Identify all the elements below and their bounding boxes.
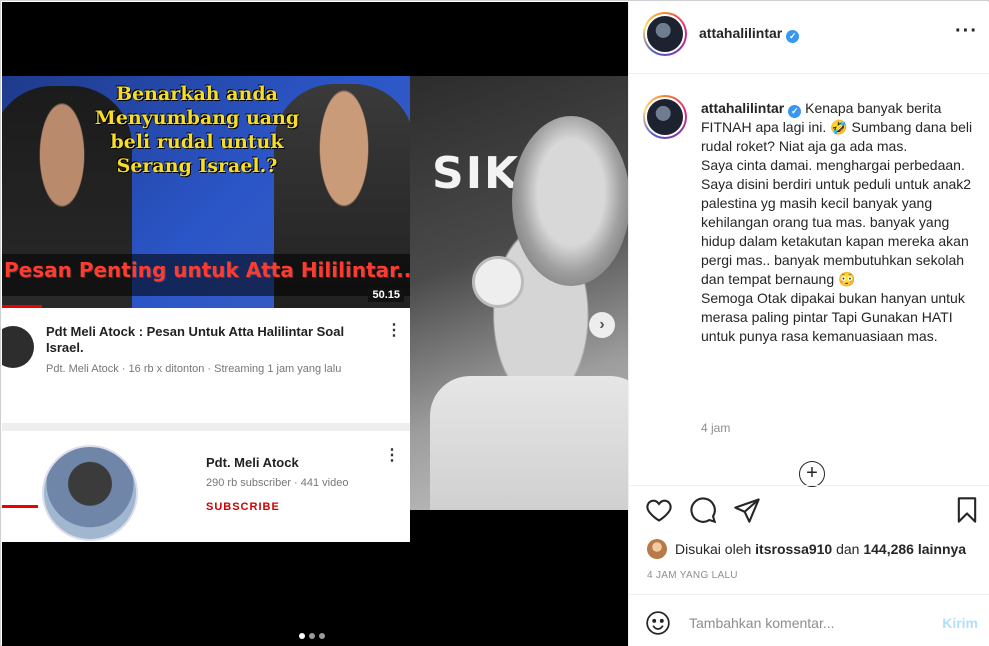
yt-video-title: Pdt Meli Atock : Pesan Untuk Atta Halili… xyxy=(46,324,345,355)
thumbnail-banner-text: Pesan Penting untuk Atta Hililintar..!!! xyxy=(4,258,410,282)
photo-face xyxy=(512,116,628,286)
avatar-image xyxy=(645,14,685,54)
channel-progress-bar xyxy=(2,505,38,508)
carousel-dot-2 xyxy=(309,633,315,639)
post-panel: attahalilintar ✓ ··· attahalilintar ✓ Kena… xyxy=(628,2,989,646)
header-username[interactable]: attahalilintar ✓ xyxy=(699,25,800,43)
photo-shirt xyxy=(430,376,628,510)
divider xyxy=(2,423,410,431)
carousel-dot-3 xyxy=(319,633,325,639)
verified-badge-icon: ✓ xyxy=(786,30,800,43)
caption-line-2: Saya cinta damai. menghargai perbedaan. xyxy=(701,157,965,173)
yt-channel-kebab-icon: ⋮ xyxy=(384,447,400,464)
yt-channel-card: Pdt. Meli Atock 290 rb subscriber · 441 … xyxy=(2,431,410,542)
post-comment-button[interactable]: Kirim xyxy=(942,615,978,631)
microphone xyxy=(472,256,524,308)
post-header: attahalilintar ✓ ··· xyxy=(629,2,989,74)
carousel-indicator xyxy=(299,633,329,639)
comment-bar: Kirim xyxy=(629,594,989,646)
comment-bubble-icon[interactable] xyxy=(689,496,717,524)
more-options-icon[interactable]: ··· xyxy=(955,20,978,43)
likes-summary: Disukai oleh itsrossa910 dan 144,286 lai… xyxy=(647,539,966,559)
likes-prefix: Disukai oleh xyxy=(675,541,752,557)
yt-channel-meta: 290 rb subscriber · 441 video xyxy=(206,477,349,489)
avatar[interactable] xyxy=(643,12,687,56)
photo-bottom-strip xyxy=(410,510,628,542)
media-screenshot: Benarkah anda Menyumbang uang beli rudal… xyxy=(2,76,628,542)
carousel-dot-1 xyxy=(299,633,305,639)
yt-video-info: Pdt Meli Atock : Pesan Untuk Atta Halili… xyxy=(2,308,410,418)
bookmark-icon[interactable] xyxy=(953,496,981,524)
caption-avatar[interactable] xyxy=(643,95,687,139)
yt-channel-photo xyxy=(42,445,138,541)
heart-icon[interactable] xyxy=(645,496,673,524)
yt-video-meta: Pdt. Meli Atock · 16 rb x ditonton · Str… xyxy=(46,363,342,375)
video-duration-badge: 50.15 xyxy=(368,288,404,302)
yt-channel-name: Pdt. Meli Atock xyxy=(206,455,299,470)
thumbnail-headline: Benarkah anda Menyumbang uang beli rudal… xyxy=(94,83,300,177)
action-bar xyxy=(629,485,989,543)
video-thumbnail: Benarkah anda Menyumbang uang beli rudal… xyxy=(2,76,410,308)
chevron-right-icon[interactable]: › xyxy=(589,312,615,338)
yt-channel-avatar xyxy=(2,326,34,368)
likes-count[interactable]: 144,286 lainnya xyxy=(863,541,966,557)
likes-mid: dan xyxy=(836,541,860,557)
caption-avatar-image xyxy=(645,97,685,137)
instagram-post-window: Benarkah anda Menyumbang uang beli rudal… xyxy=(0,0,989,646)
paper-plane-icon[interactable] xyxy=(733,496,761,524)
header-username-text[interactable]: attahalilintar xyxy=(699,25,782,41)
caption-verified-badge-icon: ✓ xyxy=(788,105,802,118)
yt-kebab-icon: ⋮ xyxy=(386,322,402,339)
yt-subscribe-label: SUBSCRIBE xyxy=(206,501,280,513)
caption-username[interactable]: attahalilintar xyxy=(701,100,784,116)
caption-line-4: Semoga Otak dipakai bukan hanyan untuk m… xyxy=(701,290,965,344)
plus-circle-icon[interactable]: + xyxy=(799,461,825,487)
liker-avatar[interactable] xyxy=(647,539,667,559)
radio-studio-photo: SIK S xyxy=(410,76,628,510)
emoji-icon[interactable] xyxy=(645,610,671,636)
post-timestamp[interactable]: 4 JAM YANG LALU xyxy=(647,570,738,581)
liker-username[interactable]: itsrossa910 xyxy=(755,541,832,557)
comment-input[interactable] xyxy=(689,609,929,637)
post-media[interactable]: Benarkah anda Menyumbang uang beli rudal… xyxy=(2,2,628,646)
caption-line-3: Saya disini berdiri untuk peduli untuk a… xyxy=(701,176,972,287)
caption-timestamp[interactable]: 4 jam xyxy=(701,421,730,435)
post-caption: attahalilintar ✓ Kenapa banyak berita FIT… xyxy=(701,99,981,346)
